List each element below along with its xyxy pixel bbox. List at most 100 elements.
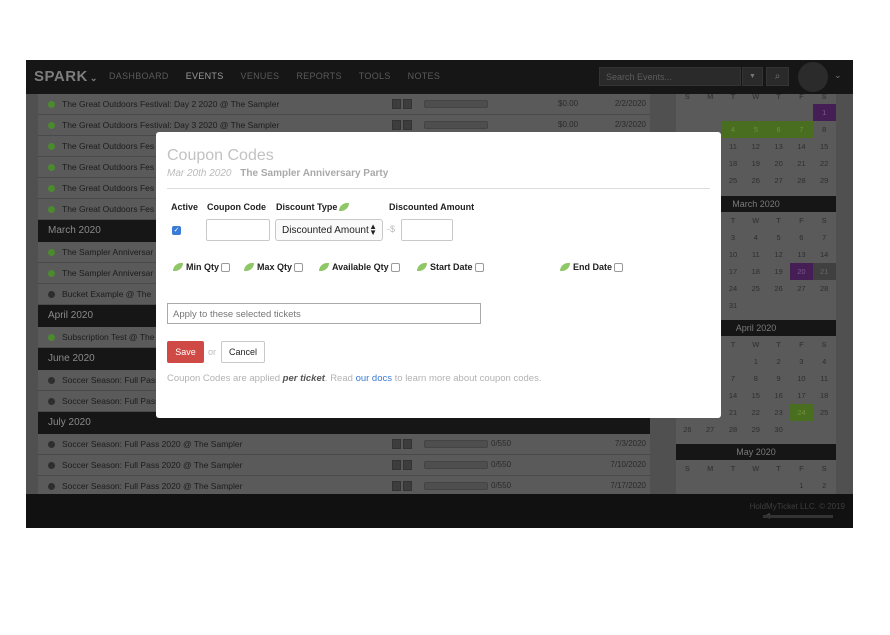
calendar-day[interactable]: 18 bbox=[722, 155, 745, 172]
calendar-day[interactable]: 19 bbox=[767, 263, 790, 280]
calendar-day[interactable]: 18 bbox=[744, 263, 767, 280]
leaf-help-icon[interactable] bbox=[417, 263, 427, 272]
calendar-day[interactable]: 30 bbox=[767, 421, 790, 438]
calendar-day[interactable]: 6 bbox=[790, 229, 813, 246]
calendar-day[interactable]: 1 bbox=[744, 353, 767, 370]
calendar-day[interactable]: 28 bbox=[790, 172, 813, 189]
calendar-day[interactable]: 24 bbox=[789, 404, 813, 421]
calendar-day[interactable]: 15 bbox=[813, 138, 836, 155]
event-name[interactable]: The Great Outdoors Fes bbox=[62, 141, 154, 151]
calendar-day[interactable]: 11 bbox=[813, 370, 836, 387]
calendar-day[interactable]: 4 bbox=[721, 121, 745, 138]
calendar-day[interactable]: 21 bbox=[722, 404, 745, 421]
event-name[interactable]: Soccer Season: Full Pass bbox=[62, 396, 159, 406]
selected-tickets-input[interactable]: Apply to these selected tickets bbox=[167, 303, 481, 324]
nav-reports[interactable]: REPORTS bbox=[296, 71, 341, 81]
discount-type-select[interactable]: Discounted Amount ▲ ▼ bbox=[275, 219, 383, 241]
event-row[interactable]: Soccer Season: Full Pass 2020 @ The Samp… bbox=[38, 455, 650, 476]
calendar-day[interactable]: 12 bbox=[767, 246, 790, 263]
calendar-day[interactable]: 9 bbox=[767, 370, 790, 387]
calendar-day[interactable]: 31 bbox=[722, 297, 745, 314]
calendar-day[interactable]: 12 bbox=[744, 138, 767, 155]
ticket-icon[interactable] bbox=[392, 120, 401, 130]
calendar-day[interactable]: 28 bbox=[813, 280, 836, 297]
ticket-icon[interactable] bbox=[392, 481, 401, 491]
calendar-day[interactable]: 13 bbox=[767, 138, 790, 155]
calendar-day[interactable]: 1 bbox=[790, 477, 813, 494]
calendar-day[interactable]: 23 bbox=[767, 404, 790, 421]
nav-venues[interactable]: VENUES bbox=[241, 71, 280, 81]
calendar-day[interactable]: 3 bbox=[790, 353, 813, 370]
calendar-day[interactable]: 10 bbox=[722, 246, 745, 263]
discounted-amount-input[interactable] bbox=[401, 219, 453, 241]
calendar-day[interactable]: 8 bbox=[744, 370, 767, 387]
calendar-day[interactable]: 26 bbox=[744, 172, 767, 189]
max-qty-checkbox[interactable] bbox=[294, 262, 304, 272]
event-name[interactable]: The Sampler Anniversar bbox=[62, 247, 153, 257]
event-name[interactable]: The Sampler Anniversar bbox=[62, 268, 153, 278]
event-name[interactable]: Soccer Season: Full Pass bbox=[62, 375, 159, 385]
calendar-day[interactable]: 7 bbox=[813, 229, 836, 246]
calendar-day[interactable]: 2 bbox=[813, 477, 836, 494]
leaf-help-icon[interactable] bbox=[244, 263, 254, 272]
calendar-day[interactable]: 26 bbox=[767, 280, 790, 297]
calendar-day[interactable]: 11 bbox=[722, 138, 745, 155]
calendar-day[interactable]: 28 bbox=[722, 421, 745, 438]
calendar-day[interactable]: 17 bbox=[790, 387, 813, 404]
calendar-day[interactable]: 20 bbox=[767, 155, 790, 172]
search-button[interactable]: ⌕ bbox=[766, 67, 789, 86]
volume-slider[interactable] bbox=[763, 515, 833, 518]
report-icon[interactable] bbox=[403, 439, 412, 449]
event-name[interactable]: The Great Outdoors Fes bbox=[62, 204, 154, 214]
calendar-day[interactable]: 22 bbox=[744, 404, 767, 421]
brand-menu[interactable]: SPARK ⌄ bbox=[34, 68, 98, 85]
nav-events[interactable]: EVENTS bbox=[186, 71, 224, 81]
calendar-day[interactable]: 7 bbox=[722, 370, 745, 387]
calendar-day[interactable]: 27 bbox=[699, 421, 722, 438]
calendar-day[interactable]: 14 bbox=[813, 246, 836, 263]
event-name[interactable]: The Great Outdoors Fes bbox=[62, 162, 154, 172]
event-row[interactable]: Soccer Season: Full Pass 2020 @ The Samp… bbox=[38, 434, 650, 455]
event-name[interactable]: Soccer Season: Full Pass 2020 @ The Samp… bbox=[62, 439, 242, 449]
calendar-day[interactable]: 27 bbox=[790, 280, 813, 297]
calendar-day[interactable]: 16 bbox=[767, 387, 790, 404]
end-date-checkbox[interactable] bbox=[614, 262, 624, 272]
search-events-input[interactable]: Search Events... bbox=[599, 67, 741, 86]
leaf-help-icon[interactable] bbox=[173, 263, 183, 272]
calendar-day[interactable]: 6 bbox=[767, 121, 790, 138]
min-qty-checkbox[interactable] bbox=[221, 262, 230, 272]
leaf-help-icon[interactable] bbox=[319, 263, 329, 272]
calendar-day[interactable]: 13 bbox=[790, 246, 813, 263]
calendar-day[interactable]: 29 bbox=[744, 421, 767, 438]
cancel-button[interactable]: Cancel bbox=[221, 341, 265, 363]
calendar-day[interactable]: 5 bbox=[744, 121, 768, 138]
calendar-day[interactable]: 15 bbox=[744, 387, 767, 404]
leaf-help-icon[interactable] bbox=[560, 263, 570, 272]
calendar-day[interactable]: 25 bbox=[813, 404, 836, 421]
ticket-icon[interactable] bbox=[392, 460, 401, 470]
event-row[interactable]: The Great Outdoors Festival: Day 2 2020 … bbox=[38, 94, 650, 115]
leaf-help-icon[interactable] bbox=[339, 203, 350, 212]
calendar-day[interactable]: 22 bbox=[813, 155, 836, 172]
calendar-day[interactable]: 1 bbox=[812, 104, 836, 121]
chevron-down-icon[interactable]: ⌄ bbox=[834, 70, 842, 81]
ticket-icon[interactable] bbox=[392, 439, 401, 449]
event-name[interactable]: The Great Outdoors Festival: Day 2 2020 … bbox=[62, 99, 279, 109]
event-name[interactable]: Soccer Season: Full Pass 2020 @ The Samp… bbox=[62, 460, 242, 470]
calendar-day[interactable]: 11 bbox=[744, 246, 767, 263]
coupon-code-input[interactable] bbox=[206, 219, 270, 241]
calendar-day[interactable]: 20 bbox=[789, 263, 813, 280]
report-icon[interactable] bbox=[403, 460, 412, 470]
docs-link[interactable]: our docs bbox=[356, 373, 392, 384]
nav-notes[interactable]: NOTES bbox=[408, 71, 441, 81]
report-icon[interactable] bbox=[403, 481, 412, 491]
event-name[interactable]: The Great Outdoors Festival: Day 3 2020 … bbox=[62, 120, 279, 130]
calendar-day[interactable]: 21 bbox=[790, 155, 813, 172]
calendar-day[interactable]: 4 bbox=[744, 229, 767, 246]
report-icon[interactable] bbox=[403, 99, 412, 109]
calendar-day[interactable]: 10 bbox=[790, 370, 813, 387]
ticket-icon[interactable] bbox=[392, 99, 401, 109]
calendar-day[interactable]: 7 bbox=[789, 121, 813, 138]
calendar-day[interactable]: 19 bbox=[744, 155, 767, 172]
calendar-day[interactable]: 25 bbox=[722, 172, 745, 189]
